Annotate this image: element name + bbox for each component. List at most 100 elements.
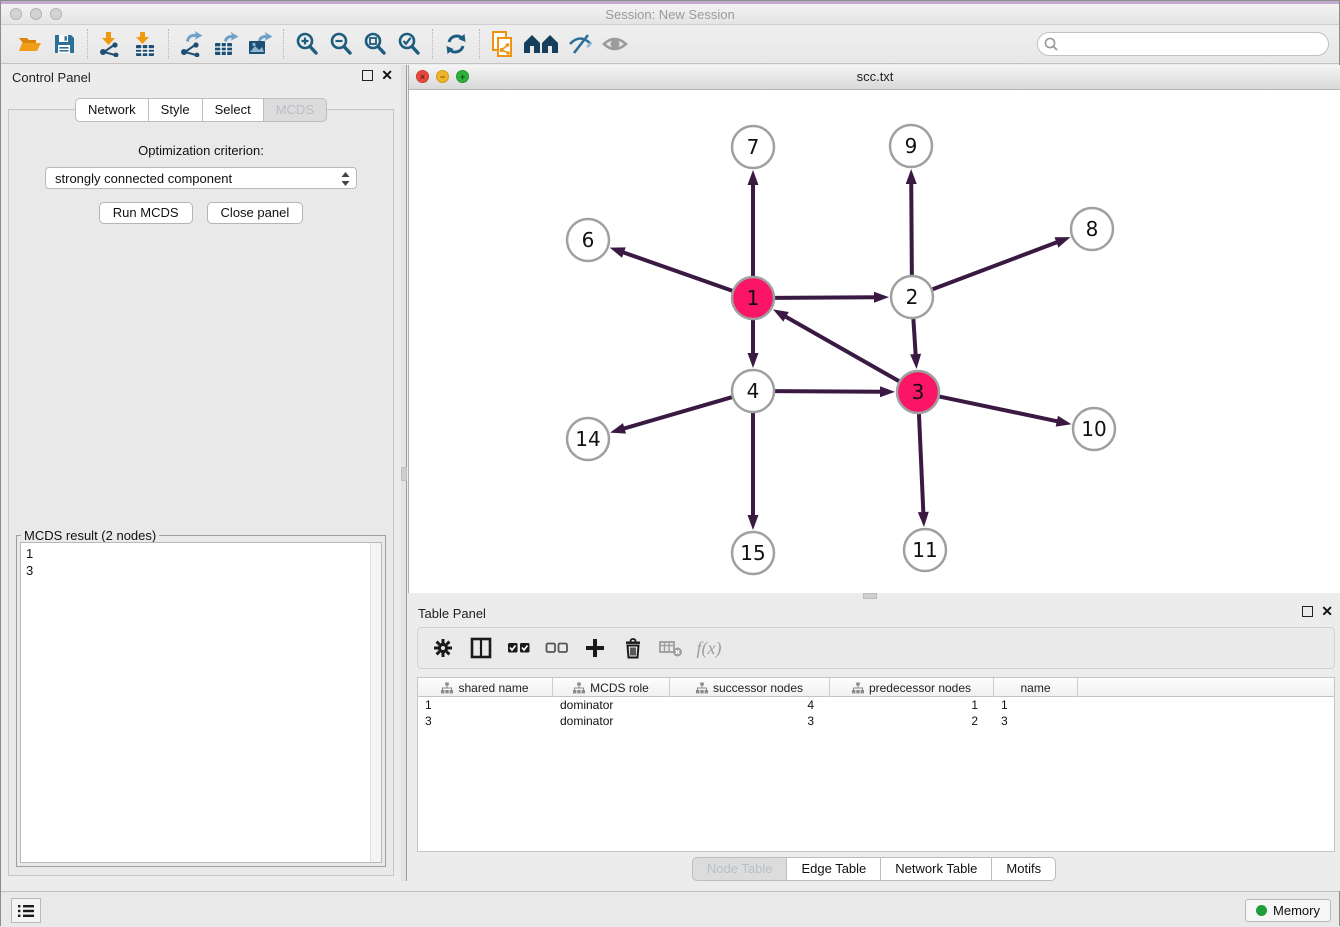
tab-edge-table[interactable]: Edge Table (786, 857, 880, 881)
tab-select[interactable]: Select (202, 98, 263, 122)
split-columns-icon[interactable] (464, 631, 498, 665)
tab-style[interactable]: Style (148, 98, 202, 122)
horizontal-splitter[interactable] (407, 593, 1340, 601)
network-from-selection-icon[interactable] (486, 28, 520, 60)
column-header-predecessor-nodes[interactable]: predecessor nodes (830, 678, 994, 697)
column-header-name[interactable]: name (994, 678, 1078, 697)
task-history-button[interactable] (11, 898, 41, 923)
float-table-panel-icon[interactable] (1302, 606, 1313, 617)
graph-edge-2-8[interactable] (933, 241, 1060, 289)
result-scrollbar[interactable] (370, 543, 381, 862)
deselect-all-icon[interactable] (540, 631, 574, 665)
graph-node-label-14: 14 (575, 427, 600, 451)
close-panel-button[interactable]: Close panel (207, 202, 304, 224)
graph-edge-2-9[interactable] (911, 181, 912, 275)
column-type-icon (696, 682, 708, 694)
zoom-out-icon[interactable] (324, 28, 358, 60)
tab-mcds[interactable]: MCDS (263, 98, 327, 122)
toolbar-separator (479, 29, 480, 59)
column-header-label: MCDS role (590, 681, 649, 695)
tab-node-table[interactable]: Node Table (692, 857, 787, 881)
memory-button[interactable]: Memory (1245, 899, 1331, 922)
graph-arrowhead-4-14 (610, 423, 626, 434)
table-cell: 3 (418, 713, 553, 729)
table-cell: 2 (830, 713, 994, 729)
graph-edge-3-10[interactable] (940, 397, 1060, 422)
add-column-icon[interactable] (578, 631, 612, 665)
table-row[interactable]: 3dominator323 (418, 713, 1334, 729)
graph-node-label-9: 9 (905, 134, 918, 158)
select-all-checked-icon[interactable] (502, 631, 536, 665)
mcds-result-title: MCDS result (2 nodes) (21, 528, 159, 543)
network-graph[interactable]: 7968124314101511 (409, 90, 1340, 593)
tab-network-table[interactable]: Network Table (880, 857, 991, 881)
network-view-window: × − + scc.txt 7968124314101511 (408, 65, 1340, 593)
graph-node-label-10: 10 (1081, 417, 1106, 441)
hide-selected-eye-icon[interactable] (564, 28, 598, 60)
network-window-titlebar[interactable]: × − + scc.txt (409, 65, 1340, 90)
zoom-selected-icon[interactable] (392, 28, 426, 60)
vertical-splitter-handle[interactable] (401, 467, 407, 481)
graph-edge-1-6[interactable] (621, 252, 732, 291)
column-type-icon (852, 682, 864, 694)
close-table-panel-icon[interactable]: ✕ (1321, 606, 1333, 617)
export-table-icon[interactable] (209, 28, 243, 60)
first-neighbors-icon[interactable] (520, 28, 564, 60)
network-maximize-button[interactable]: + (456, 70, 469, 83)
graph-node-label-6: 6 (582, 228, 595, 252)
column-type-icon (573, 682, 585, 694)
column-header-shared-name[interactable]: shared name (418, 678, 553, 697)
horizontal-splitter-handle[interactable] (863, 593, 877, 599)
export-image-icon[interactable] (243, 28, 277, 60)
criterion-select-value: strongly connected component (55, 171, 232, 186)
search-input[interactable] (1062, 37, 1328, 52)
table-panel-title: Table Panel (418, 606, 486, 621)
criterion-select[interactable]: strongly connected component (45, 167, 357, 189)
graph-edge-4-14[interactable] (622, 397, 732, 429)
control-panel-title: Control Panel (12, 70, 91, 85)
graph-arrowhead-4-15 (748, 515, 759, 530)
column-header-successor-nodes[interactable]: successor nodes (670, 678, 830, 697)
table-header-row: shared name MCDS role successor nodesprede… (418, 678, 1334, 697)
export-network-icon[interactable] (175, 28, 209, 60)
close-panel-icon[interactable]: ✕ (381, 70, 393, 81)
window-title: Session: New Session (1, 7, 1339, 22)
network-close-button[interactable]: × (416, 70, 429, 83)
apply-layout-icon[interactable] (439, 28, 473, 60)
table-row[interactable]: 1dominator411 (418, 697, 1334, 713)
graph-edge-1-2[interactable] (775, 297, 877, 298)
graph-node-label-4: 4 (747, 379, 760, 403)
float-panel-icon[interactable] (362, 70, 373, 81)
save-icon[interactable] (47, 28, 81, 60)
toolbar-separator (168, 29, 169, 59)
graph-arrowhead-3-11 (918, 512, 929, 527)
graph-edge-4-3[interactable] (775, 391, 883, 392)
mcds-result-textarea[interactable]: 1 3 (20, 542, 382, 863)
network-minimize-button[interactable]: − (436, 70, 449, 83)
graph-edge-3-11[interactable] (919, 414, 923, 515)
delete-column-trash-icon[interactable] (616, 631, 650, 665)
list-icon (17, 903, 35, 919)
settings-gear-icon[interactable] (426, 631, 460, 665)
import-network-icon[interactable] (94, 28, 128, 60)
toolbar-separator (87, 29, 88, 59)
function-builder-icon: f(x) (692, 631, 726, 665)
run-mcds-button[interactable]: Run MCDS (99, 202, 193, 224)
zoom-in-icon[interactable] (290, 28, 324, 60)
tab-network[interactable]: Network (75, 98, 148, 122)
graph-node-label-15: 15 (740, 541, 765, 565)
import-table-icon[interactable] (128, 28, 162, 60)
graph-edge-2-3[interactable] (913, 319, 915, 357)
zoom-fit-icon[interactable] (358, 28, 392, 60)
network-canvas[interactable]: 7968124314101511 (409, 90, 1340, 593)
open-folder-icon[interactable] (13, 28, 47, 60)
column-header-MCDS-role[interactable]: MCDS role (553, 678, 670, 697)
toolbar-search-field[interactable] (1037, 32, 1329, 56)
graph-node-label-1: 1 (747, 286, 760, 310)
graph-edge-3-1[interactable] (783, 315, 898, 381)
memory-label: Memory (1273, 903, 1320, 918)
tab-motifs[interactable]: Motifs (991, 857, 1056, 881)
node-table: shared name MCDS role successor nodesprede… (417, 677, 1335, 852)
table-tabs: Node Table Edge Table Network Table Moti… (407, 857, 1340, 881)
mcds-result-line: 1 (26, 545, 376, 562)
